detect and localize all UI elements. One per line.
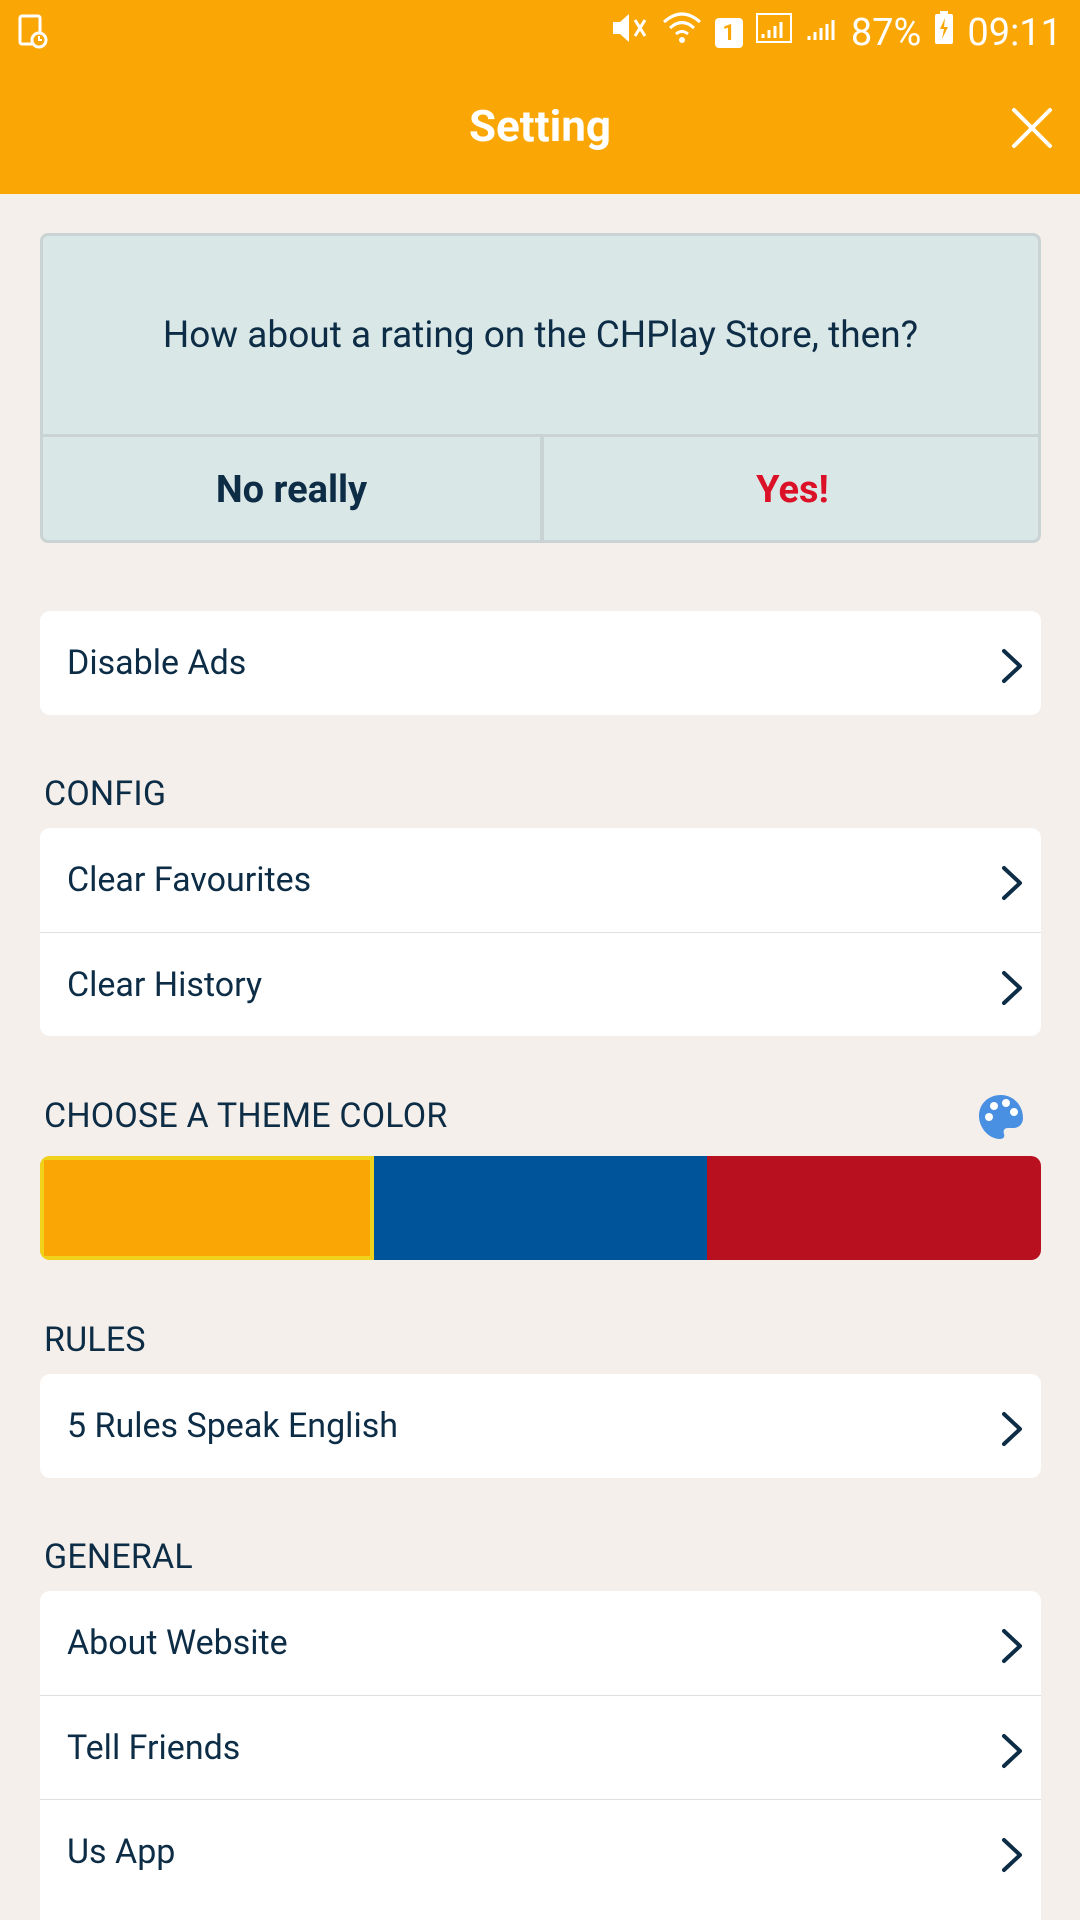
rating-card: How about a rating on the CHPlay Store, … — [40, 233, 1041, 543]
config-card: Clear Favourites Clear History — [40, 828, 1041, 1036]
chevron-right-icon — [1002, 1412, 1022, 1446]
chevron-right-icon — [1002, 971, 1022, 1005]
palette-icon — [979, 1095, 1023, 1139]
chevron-right-icon — [1002, 649, 1022, 683]
five-rules-row[interactable]: 5 Rules Speak English — [40, 1374, 1041, 1478]
close-icon — [1012, 108, 1052, 148]
row-label: Tell Friends — [67, 1727, 241, 1768]
theme-color-picker — [40, 1156, 1041, 1260]
row-label: Clear History — [67, 964, 263, 1005]
chevron-right-icon — [1002, 1734, 1022, 1768]
general-card: About Website Tell Friends Us App — [40, 1591, 1041, 1920]
row-label: 5 Rules Speak English — [67, 1406, 398, 1446]
rating-question: How about a rating on the CHPlay Store, … — [162, 313, 919, 357]
theme-swatch-blue[interactable] — [373, 1156, 708, 1260]
about-website-row[interactable]: About Website — [40, 1591, 1041, 1695]
theme-swatch-orange[interactable] — [40, 1156, 374, 1260]
sim-badge: 1 — [714, 18, 743, 48]
title-bar: Setting — [0, 66, 1080, 194]
section-label-rules: RULES — [44, 1320, 146, 1360]
chevron-right-icon — [1002, 1838, 1022, 1872]
clock: 09:11 — [967, 11, 1062, 55]
row-label: Us App — [67, 1831, 176, 1872]
wifi-icon — [661, 10, 703, 56]
us-app-row[interactable]: Us App — [40, 1799, 1041, 1903]
ads-card: Disable Ads — [40, 611, 1041, 715]
chevron-right-icon — [1002, 1629, 1022, 1663]
close-button[interactable] — [1006, 102, 1058, 154]
mute-icon — [609, 10, 649, 56]
clear-history-row[interactable]: Clear History — [40, 932, 1041, 1036]
battery-percent: 87% — [850, 11, 922, 55]
section-label-general: GENERAL — [44, 1537, 193, 1577]
yes-button[interactable]: Yes! — [544, 437, 1038, 540]
page-title: Setting — [468, 100, 612, 152]
signal-icon — [755, 10, 793, 56]
theme-swatch-red[interactable] — [707, 1156, 1041, 1260]
status-icons: 1 87% 09:11 — [609, 0, 1062, 66]
no-really-button[interactable]: No really — [43, 437, 540, 540]
section-label-theme: CHOOSE A THEME COLOR — [44, 1096, 448, 1136]
signal-secondary-icon — [805, 10, 839, 56]
row-label: Disable Ads — [67, 643, 247, 683]
disable-ads-row[interactable]: Disable Ads — [40, 611, 1041, 715]
tell-friends-row[interactable]: Tell Friends — [40, 1695, 1041, 1799]
settings-screen: 1 87% 09:11 Setting How about a rating o… — [0, 0, 1080, 1920]
chevron-right-icon — [1002, 866, 1022, 900]
clear-favourites-row[interactable]: Clear Favourites — [40, 828, 1041, 932]
notification-document-icon — [18, 14, 48, 50]
row-label: Clear Favourites — [67, 860, 312, 900]
status-bar: 1 87% 09:11 — [0, 0, 1080, 66]
section-label-config: CONFIG — [44, 774, 167, 814]
rules-card: 5 Rules Speak English — [40, 1374, 1041, 1478]
row-label: About Website — [67, 1623, 288, 1663]
battery-charging-icon — [933, 10, 955, 56]
